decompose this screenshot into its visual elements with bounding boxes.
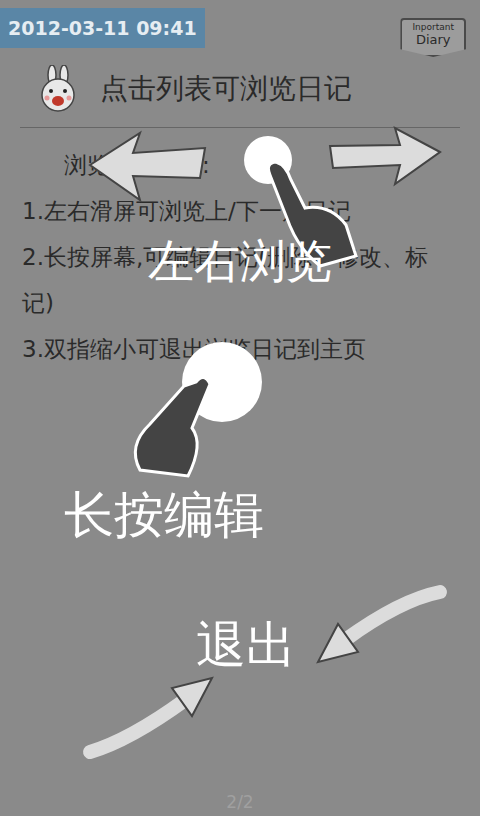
swipe-label: 左右浏览 xyxy=(148,236,332,287)
press-guide-icon xyxy=(0,0,480,816)
important-tag[interactable]: InportantDiary xyxy=(400,18,466,57)
tag-text: Inportant xyxy=(412,22,454,32)
date-badge: 2012-03-11 09:41 xyxy=(0,8,205,48)
page-counter: 2/2 xyxy=(0,792,480,816)
pinch-label: 退出 xyxy=(196,618,296,673)
press-label: 长按编辑 xyxy=(64,488,264,543)
bunny-icon xyxy=(36,65,80,113)
body-item: 1.左右滑屏可浏览上/下一篇日记 xyxy=(22,188,458,234)
title-row: 点击列表可浏览日记 xyxy=(0,57,480,113)
diary-screen: 2012-03-11 09:41 InportantDiary 点击列表可浏览日… xyxy=(0,0,480,816)
header: 2012-03-11 09:41 InportantDiary xyxy=(0,0,480,57)
pinch-guide-icon xyxy=(0,0,480,816)
guide-overlay[interactable]: 左右浏览 长按编辑 退出 xyxy=(0,0,480,816)
title: 点击列表可浏览日记 xyxy=(100,70,352,108)
tag-text: Diary xyxy=(416,32,451,47)
